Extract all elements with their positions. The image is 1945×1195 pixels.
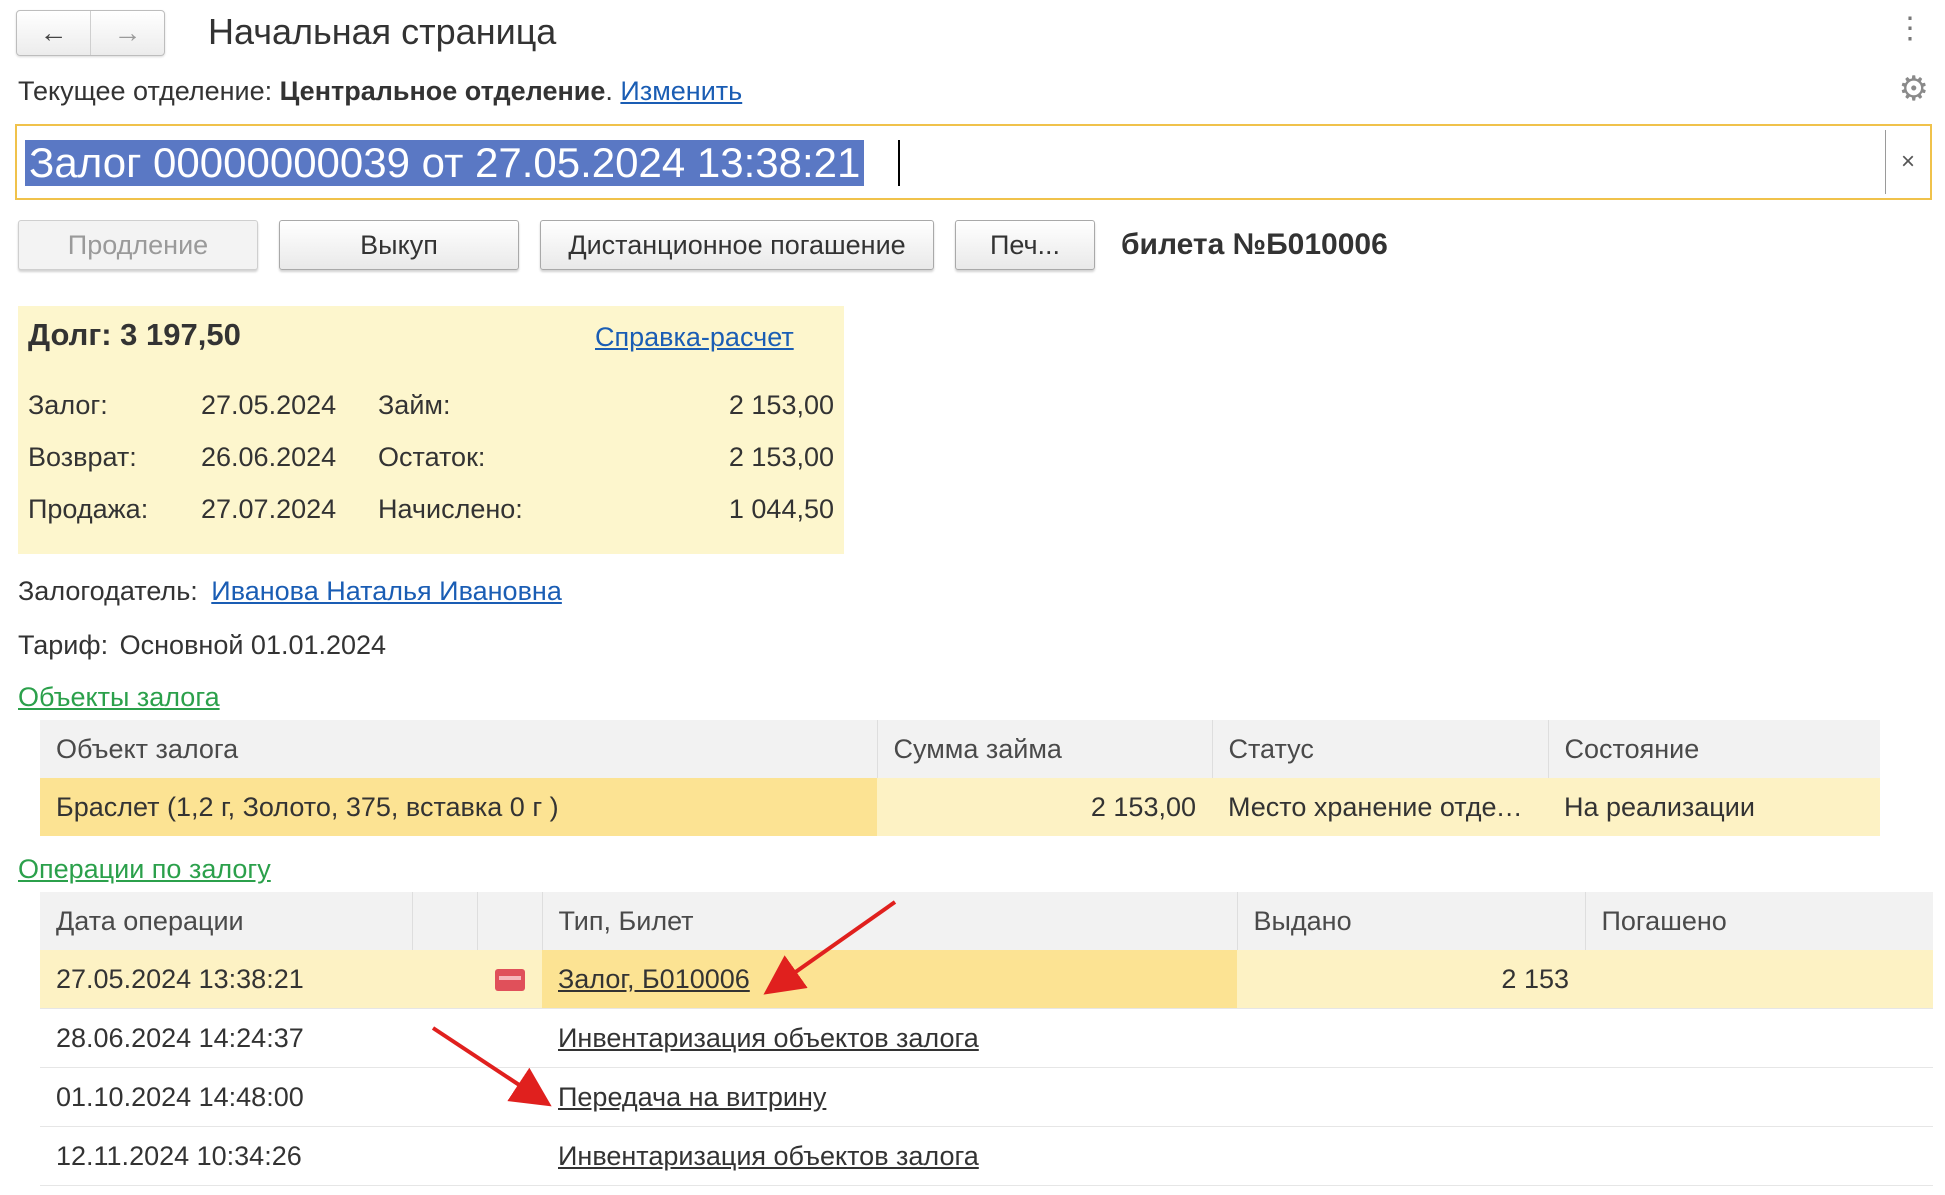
arrow-to-showcase-transfer [431, 1026, 552, 1107]
annotation-arrows [431, 900, 897, 1107]
arrow-to-pledge-ticket [763, 900, 897, 995]
